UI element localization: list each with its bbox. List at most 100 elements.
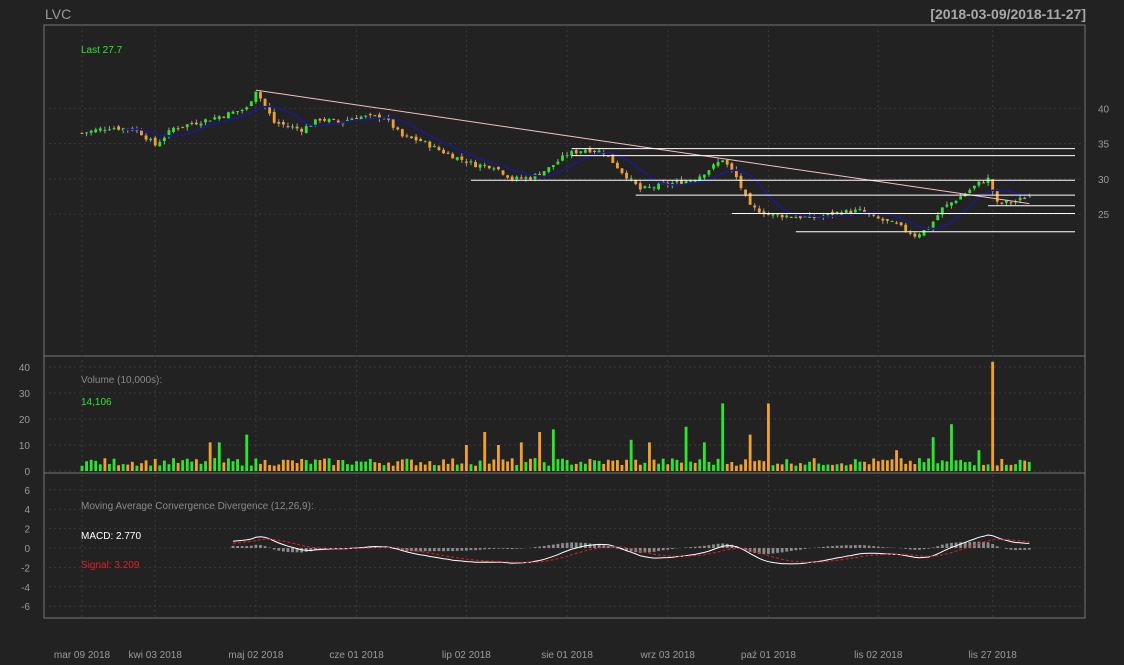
volume-bar [730,462,734,471]
macd-tick-label: 0 [24,544,30,555]
candle-body [254,91,258,103]
volume-bar [437,465,441,471]
macd-histogram-bar [670,548,674,550]
volume-bar [771,465,775,471]
volume-bar [556,459,560,471]
macd-histogram-bar [785,548,789,552]
macd-histogram-bar [799,548,802,550]
macd-histogram-bar [780,548,784,553]
candle-body [899,222,903,226]
macd-panel [231,534,1031,565]
candle-body [432,145,436,148]
volume-bar [121,464,125,471]
x-tick-label: wrz 03 2018 [640,650,696,661]
macd-histogram-bar [904,548,908,549]
macd-histogram-bar [940,544,944,548]
volume-bar [785,459,789,471]
macd-tick-label: 6 [24,486,30,497]
macd-histogram-bar [1023,548,1027,550]
macd-histogram-bar [574,542,578,548]
candle-body [194,122,198,125]
candle-body [712,164,715,169]
macd-histogram-bar [789,548,793,551]
candle-body [236,111,240,113]
volume-bar [277,464,281,471]
x-tick-label: maj 02 2018 [228,650,283,661]
macd-histogram-bar [689,547,693,548]
candle-body [638,183,642,190]
macd-histogram-bar [437,548,441,552]
candle-body [153,137,157,146]
volume-bar [972,465,976,471]
candle-body [295,126,299,129]
candle-body [725,159,729,165]
candle-body [789,216,793,218]
volume-bar [300,458,304,471]
macd-histogram-bar [231,545,235,548]
candle-body [885,219,889,221]
candle-body [483,165,487,167]
candle-body [327,119,331,122]
candle-body [469,161,473,163]
volume-bar [776,463,779,471]
volume-bar [574,463,578,471]
volume-bar [483,432,487,471]
volume-bar [904,463,908,471]
candle-body [565,155,569,157]
macd-histogram-bar [881,547,885,548]
candle-body [794,217,798,219]
macd-histogram-bar [432,548,436,552]
candle-body [872,214,876,216]
macd-histogram-bar [1027,548,1031,550]
macd-value-label: MACD: 2.770 [81,531,142,542]
candle-body [89,130,93,133]
volume-bar [501,459,505,471]
macd-histogram-bar [702,545,706,548]
candle-body [753,205,757,208]
volume-bar [487,463,491,471]
candle-body [405,135,409,137]
x-tick-label: cze 01 2018 [329,650,384,661]
macd-histogram-bar [446,548,450,552]
volume-bar [396,461,400,471]
candle-body [419,139,423,142]
macd-histogram-bar [551,544,555,548]
macd-histogram-bar [515,548,519,549]
volume-bar [378,462,381,471]
candle-body [172,127,175,132]
volume-bar [707,461,711,471]
volume-bar [478,460,482,471]
candle-body [1004,200,1008,203]
candle-body [323,119,326,121]
volume-bar [332,465,336,471]
volume-bar [991,361,995,471]
volume-bar [268,464,272,471]
volume-bar [469,464,473,471]
candle-body [524,177,528,179]
candle-body [98,128,102,131]
volume-bar [364,461,368,471]
volume-bar [510,458,514,471]
candle-body [208,120,212,122]
volume-bar [712,464,715,471]
volume-bar [236,459,240,471]
volume-bar [89,459,93,471]
volume-bar [423,464,427,471]
volume-bar [126,464,130,471]
candle-body [675,180,679,183]
volume-bar [373,462,377,471]
volume-bar [794,465,798,471]
macd-histogram-bar [648,548,651,553]
candle-body [629,178,633,180]
volume-bar [103,458,107,471]
macd-histogram-bar [945,543,949,548]
volume-bar [1023,460,1027,471]
volume-bar [108,463,111,471]
volume-bar [529,458,532,471]
candle-body [437,147,441,150]
candle-body [950,202,953,206]
volume-bar [217,442,221,471]
candle-body [455,157,459,160]
volume-bar [744,459,747,471]
volume-bar [190,461,194,471]
